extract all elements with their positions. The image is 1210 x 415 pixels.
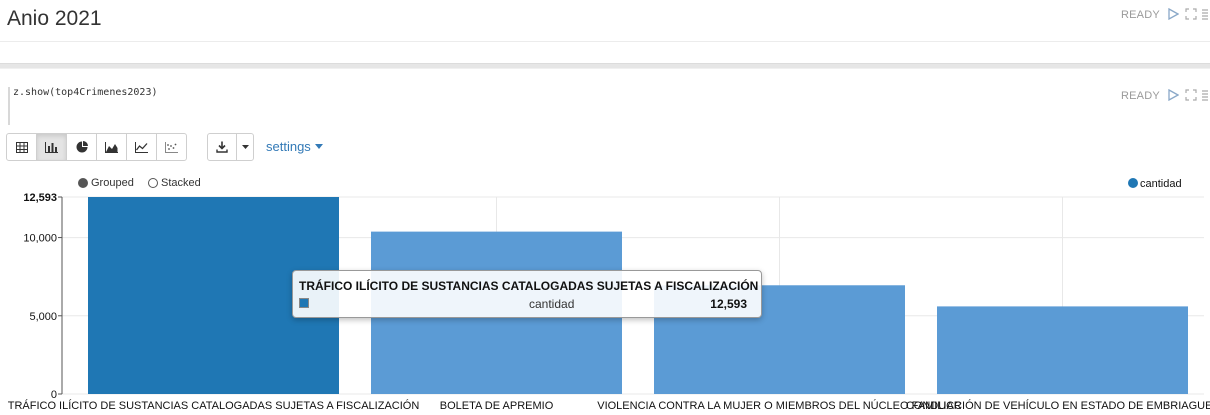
chart-tooltip: TRÁFICO ILÍCITO DE SUSTANCIAS CATALOGADA… <box>292 270 762 318</box>
tooltip-title: TRÁFICO ILÍCITO DE SUSTANCIAS CATALOGADA… <box>299 279 759 293</box>
x-tick-label: TRÁFICO ILÍCITO DE SUSTANCIAS CATALOGADA… <box>8 399 420 412</box>
tooltip-swatch <box>299 298 309 308</box>
tooltip-series: cantidad <box>529 297 575 311</box>
y-tick-label: 5,000 <box>29 311 57 323</box>
tooltip-value: 12,593 <box>710 297 747 311</box>
y-tick-label: 12,593 <box>23 192 57 204</box>
bar[interactable] <box>937 306 1188 394</box>
x-tick-label: BOLETA DE APREMIO <box>440 400 554 412</box>
bar-chart: 05,00010,00012,593 TRÁFICO ILÍCITO DE SU… <box>8 178 1210 412</box>
x-tick-label: CONDUCCIÓN DE VEHÍCULO EN ESTADO DE EMBR… <box>906 399 1210 412</box>
legend-swatch[interactable] <box>1128 178 1138 188</box>
y-tick-label: 10,000 <box>23 233 57 245</box>
legend-label[interactable]: cantidad <box>1140 178 1182 190</box>
